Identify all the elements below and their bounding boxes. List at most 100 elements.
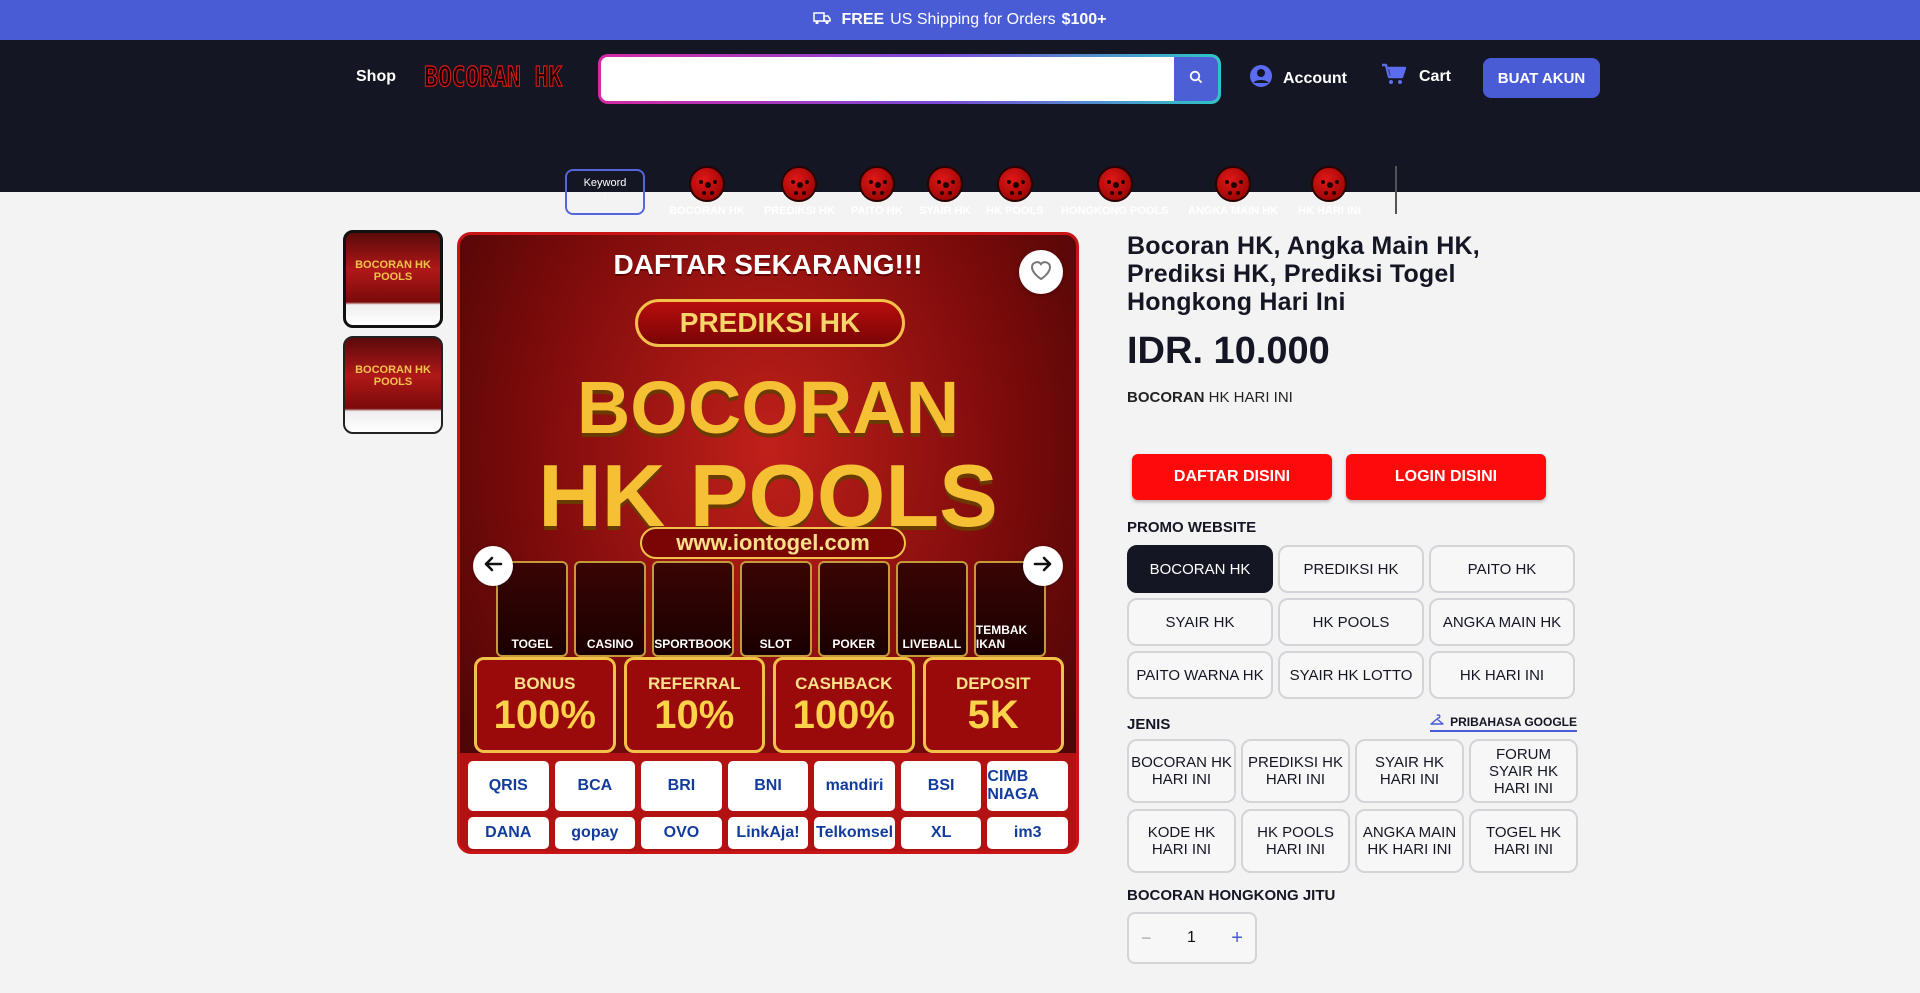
- jenis-option[interactable]: BOCORAN HK HARI INI: [1127, 739, 1236, 803]
- category-item[interactable]: ANGKA MAIN HK: [1188, 166, 1278, 217]
- jenis-option[interactable]: PREDIKSI HK HARI INI: [1241, 739, 1350, 803]
- promo-label: BONUS: [514, 674, 576, 693]
- cart-link[interactable]: Cart: [1381, 62, 1451, 91]
- product-title: Bocoran HK, Angka Main HK, Prediksi HK, …: [1127, 232, 1480, 316]
- search-icon: [1189, 70, 1203, 89]
- category-item[interactable]: SYAIR HK: [919, 166, 971, 217]
- payment-logo: BNI: [727, 761, 809, 811]
- category-item[interactable]: BOCORAN HK: [669, 166, 745, 217]
- promo-label: REFERRAL: [647, 674, 741, 693]
- announcement-bar: FREE US Shipping for Orders $100+: [0, 0, 1920, 40]
- arrow-left-icon: [483, 556, 503, 577]
- category-label: BOCORAN HK: [669, 205, 745, 217]
- login-button[interactable]: LOGIN DISINI: [1346, 454, 1546, 500]
- cta-buttons: DAFTAR DISINI LOGIN DISINI: [1132, 454, 1546, 500]
- banner-games: TOGEL CASINO SPORTBOOK SLOT POKER LIVEBA…: [496, 561, 1046, 657]
- category-item[interactable]: PREDIKSI HK: [764, 166, 835, 217]
- thumbnail-1[interactable]: [343, 230, 443, 328]
- game-tile: POKER: [817, 561, 890, 657]
- category-item[interactable]: PAITO HK: [851, 166, 903, 217]
- ball-icon: [781, 166, 818, 202]
- game-tile: CASINO: [574, 561, 647, 657]
- category-item[interactable]: HONGKONG POOLS: [1061, 166, 1169, 217]
- promo-value: 100%: [792, 693, 895, 737]
- next-image-button[interactable]: [1023, 546, 1063, 586]
- quantity-label: BOCORAN HONGKONG JITU: [1127, 887, 1336, 904]
- category-item[interactable]: HK HARI INI: [1298, 166, 1361, 217]
- payment-logo: XL: [900, 817, 982, 849]
- promo-value: 10%: [654, 693, 735, 737]
- category-divider: [1395, 166, 1397, 214]
- register-button[interactable]: DAFTAR DISINI: [1132, 454, 1332, 500]
- promo-option[interactable]: SYAIR HK LOTTO: [1278, 651, 1424, 699]
- promo-option[interactable]: BOCORAN HK: [1127, 545, 1273, 593]
- promo-badge: BONUS 100%: [474, 657, 616, 753]
- announcement-text: US Shipping for Orders: [890, 11, 1056, 28]
- account-label: Account: [1283, 69, 1347, 87]
- payment-logo: BSI: [900, 761, 982, 811]
- promo-section-label: PROMO WEBSITE: [1127, 519, 1257, 536]
- keyword-colon: :: [603, 190, 607, 202]
- payment-logos: QRIS BCA BRI BNI mandiri BSI CIMB NIAGA …: [460, 753, 1076, 851]
- category-item[interactable]: HK POOLS: [986, 166, 1043, 217]
- cart-icon: [1381, 62, 1407, 91]
- promo-badge: DEPOSIT 5K: [922, 657, 1064, 753]
- promo-label: CASHBACK: [795, 674, 893, 693]
- create-account-button[interactable]: BUAT AKUN: [1483, 58, 1600, 98]
- quantity-stepper: − 1 +: [1127, 912, 1257, 964]
- cart-label: Cart: [1419, 67, 1452, 85]
- banner-promos: BONUS 100% REFERRAL 10% CASHBACK 100% DEPOS…: [474, 657, 1064, 753]
- promo-options: BOCORAN HK PREDIKSI HK PAITO HK SYAIR HK…: [1127, 545, 1577, 699]
- product-image: DAFTAR SEKARANG!!! PREDIKSI HK BOCORAN H…: [457, 232, 1079, 854]
- payment-logo: CIMB NIAGA: [987, 761, 1068, 811]
- jenis-options: BOCORAN HK HARI INI PREDIKSI HK HARI INI…: [1127, 739, 1578, 873]
- jenis-section-label: JENIS: [1127, 716, 1171, 733]
- quantity-plus-button[interactable]: +: [1231, 927, 1243, 950]
- announcement-amount: $100+: [1061, 11, 1107, 28]
- promo-option[interactable]: HK HARI INI: [1429, 651, 1575, 699]
- banner-url: www.iontogel.com: [640, 527, 906, 559]
- thumbnail-list: [343, 230, 443, 442]
- jenis-option[interactable]: HK POOLS HARI INI: [1241, 809, 1350, 873]
- promo-option[interactable]: ANGKA MAIN HK: [1429, 598, 1575, 646]
- category-label: HK HARI INI: [1298, 205, 1361, 217]
- quantity-value[interactable]: 1: [1187, 929, 1196, 947]
- account-link[interactable]: Account: [1249, 64, 1347, 93]
- search-bar: [598, 54, 1221, 104]
- thumbnail-2[interactable]: [343, 336, 443, 434]
- promo-value: 5K: [967, 693, 1019, 737]
- search-input[interactable]: [601, 57, 1174, 101]
- payment-logo: im3: [987, 817, 1068, 849]
- shop-link[interactable]: Shop: [356, 68, 396, 86]
- jenis-option[interactable]: FORUM SYAIR HK HARI INI: [1469, 739, 1578, 803]
- payment-logo: LinkAja!: [727, 817, 809, 849]
- prev-image-button[interactable]: [473, 546, 513, 586]
- jenis-option[interactable]: TOGEL HK HARI INI: [1469, 809, 1578, 873]
- user-icon: [1249, 64, 1273, 93]
- jenis-option[interactable]: SYAIR HK HARI INI: [1355, 739, 1464, 803]
- promo-option[interactable]: PREDIKSI HK: [1278, 545, 1424, 593]
- jenis-option[interactable]: KODE HK HARI INI: [1127, 809, 1236, 873]
- promo-option[interactable]: HK POOLS: [1278, 598, 1424, 646]
- heart-icon: [1029, 259, 1053, 286]
- payment-logo: Telkomsel: [814, 817, 895, 849]
- game-tile: SLOT: [739, 561, 812, 657]
- payment-logo: BCA: [554, 761, 636, 811]
- promo-option[interactable]: PAITO WARNA HK: [1127, 651, 1273, 699]
- search-button[interactable]: [1174, 57, 1218, 101]
- guide-link[interactable]: PRIBAHASA GOOGLE: [1430, 714, 1577, 732]
- promo-option[interactable]: SYAIR HK: [1127, 598, 1273, 646]
- product-price: IDR. 10.000: [1127, 330, 1330, 372]
- wishlist-button[interactable]: [1019, 250, 1063, 294]
- jenis-option[interactable]: ANGKA MAIN HK HARI INI: [1355, 809, 1464, 873]
- truck-icon: [813, 11, 832, 29]
- promo-option[interactable]: PAITO HK: [1429, 545, 1575, 593]
- guide-link-label: PRIBAHASA GOOGLE: [1450, 714, 1577, 729]
- product-info: Bocoran HK, Angka Main HK, Prediksi HK, …: [1127, 232, 1578, 964]
- quantity-minus-button[interactable]: −: [1141, 928, 1152, 949]
- site-logo[interactable]: BOCORAN HK: [424, 59, 563, 93]
- site-header: Shop BOCORAN HK Account Cart BUAT AKUN K…: [0, 40, 1920, 217]
- banner-headline: DAFTAR SEKARANG!!!: [613, 249, 923, 280]
- keyword-button[interactable]: Keyword :: [565, 169, 645, 215]
- ball-icon: [1311, 166, 1348, 202]
